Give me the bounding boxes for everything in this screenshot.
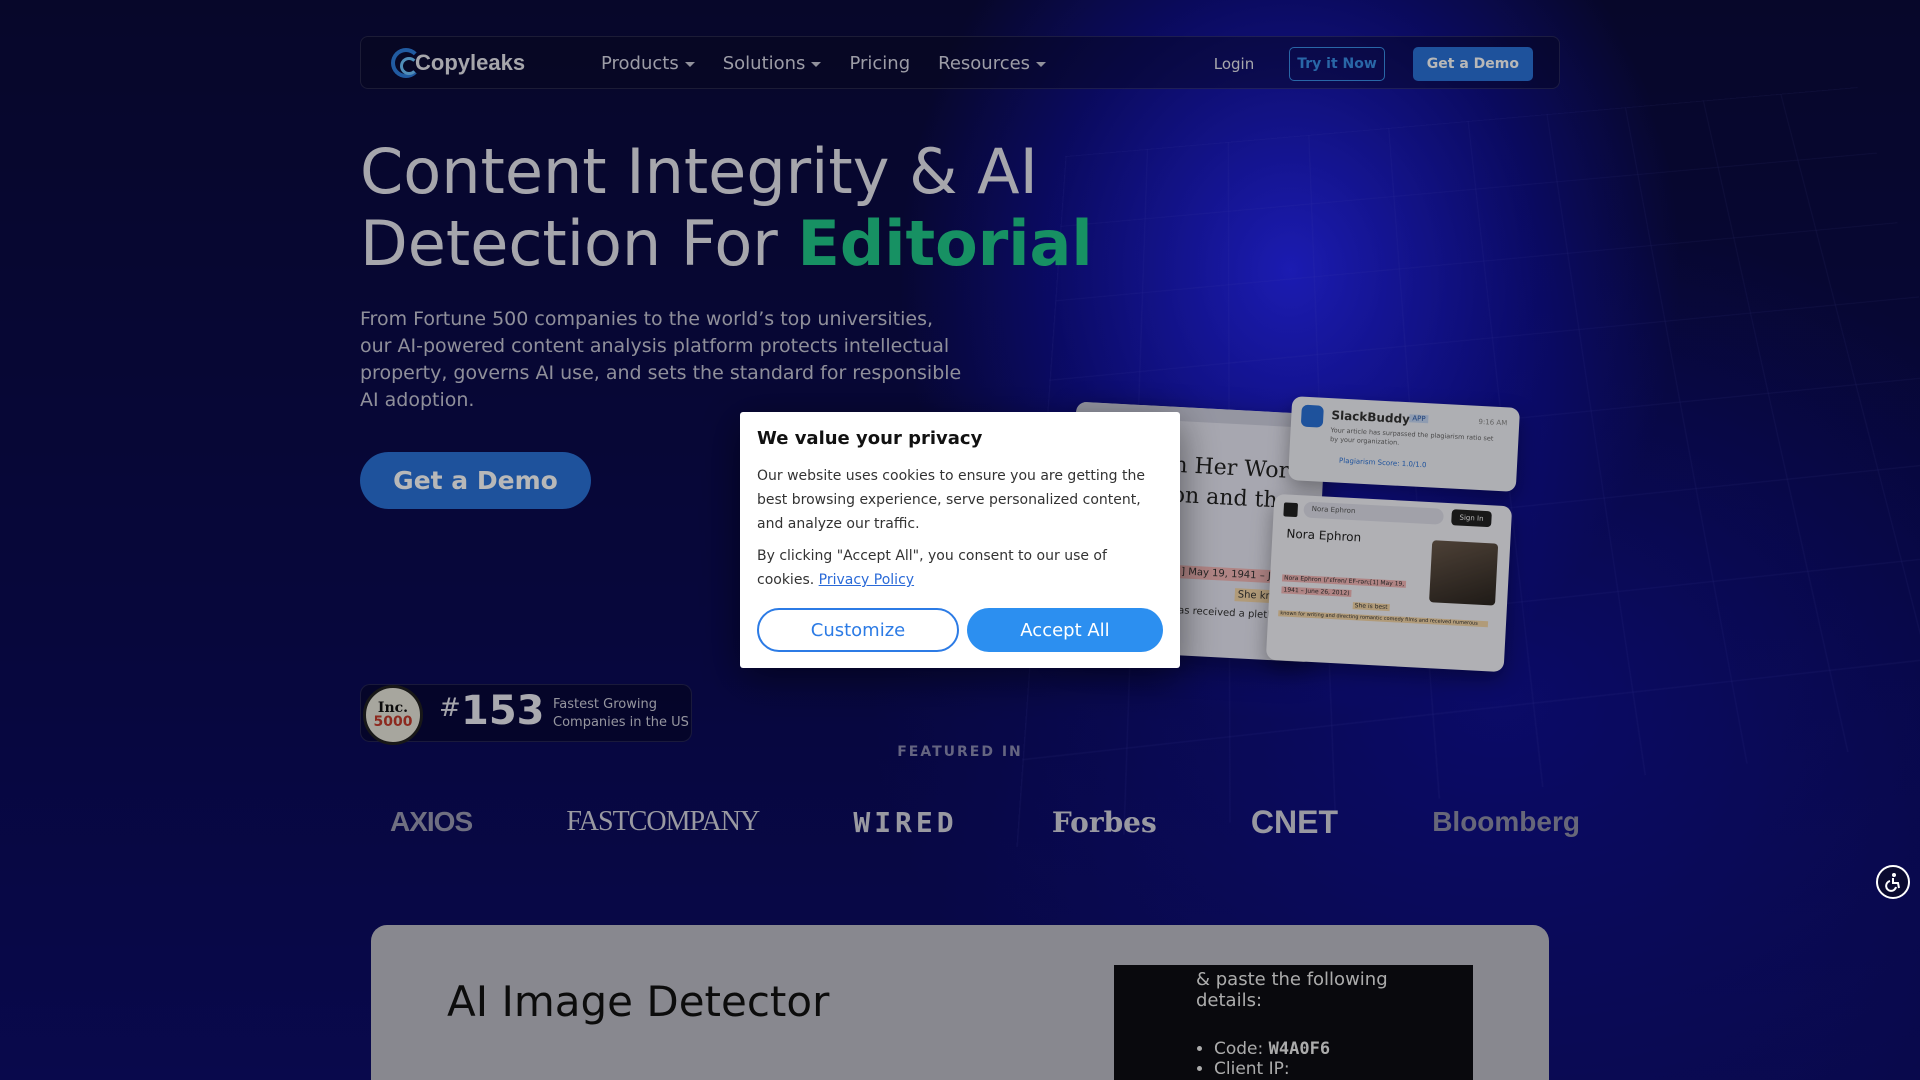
cookie-consent-text: By clicking "Accept All", you consent to…	[757, 544, 1167, 592]
cookie-consent-dialog: We value your privacy Our website uses c…	[740, 412, 1180, 668]
cookie-title: We value your privacy	[757, 428, 983, 449]
accessibility-icon[interactable]	[1876, 865, 1910, 899]
customize-button[interactable]: Customize	[757, 608, 959, 652]
accept-all-button[interactable]: Accept All	[967, 608, 1163, 652]
wheelchair-icon	[1885, 873, 1900, 892]
cookie-consent-label: By clicking "Accept All", you consent to…	[757, 548, 1107, 588]
cookie-body: Our website uses cookies to ensure you a…	[757, 468, 1145, 532]
privacy-policy-link[interactable]: Privacy Policy	[819, 572, 914, 588]
